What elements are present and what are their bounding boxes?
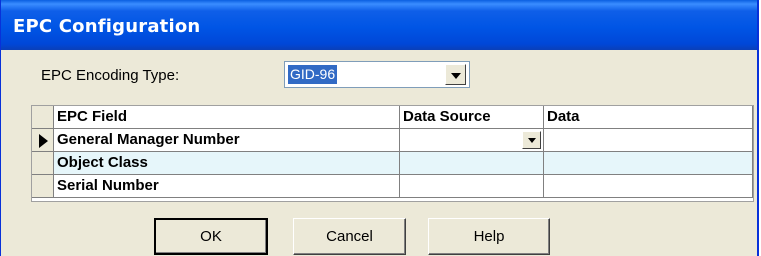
epc-field-grid: EPC Field Data Source Data General Manag… — [31, 105, 754, 202]
data-cell[interactable] — [544, 175, 753, 198]
data-source-dropdown-button[interactable] — [522, 131, 541, 149]
epc-field-cell[interactable]: Object Class — [54, 152, 400, 175]
column-header-data-source[interactable]: Data Source — [400, 106, 544, 129]
encoding-dropdown-button[interactable] — [445, 64, 466, 85]
row-selector[interactable] — [32, 175, 54, 198]
encoding-type-select[interactable]: GID-96 — [284, 61, 470, 88]
row-selector[interactable] — [32, 129, 54, 152]
chevron-down-icon — [527, 138, 536, 143]
header-corner — [32, 106, 54, 129]
chevron-down-icon — [450, 72, 461, 79]
cancel-button[interactable]: Cancel — [293, 218, 406, 255]
data-cell[interactable] — [544, 129, 753, 152]
epc-field-cell[interactable]: General Manager Number — [54, 129, 400, 152]
data-cell[interactable] — [544, 152, 753, 175]
epc-field-cell[interactable]: Serial Number — [54, 175, 400, 198]
current-row-arrow-icon — [39, 134, 48, 148]
data-source-cell[interactable] — [400, 175, 544, 198]
encoding-type-label: EPC Encoding Type: — [41, 67, 180, 84]
table-row[interactable]: General Manager Number — [32, 129, 753, 152]
column-header-epc-field[interactable]: EPC Field — [54, 106, 400, 129]
data-source-cell[interactable] — [400, 152, 544, 175]
encoding-type-value: GID-96 — [288, 65, 338, 84]
title-bar[interactable]: EPC Configuration — [1, 0, 757, 50]
column-header-data[interactable]: Data — [544, 106, 753, 129]
row-selector[interactable] — [32, 152, 54, 175]
table-row[interactable]: Object Class — [32, 152, 753, 175]
data-source-cell[interactable] — [400, 129, 544, 152]
dialog-title: EPC Configuration — [13, 16, 201, 37]
grid-header-row: EPC Field Data Source Data — [32, 106, 753, 129]
epc-configuration-dialog: EPC Configuration EPC Encoding Type: GID… — [0, 0, 759, 256]
ok-button[interactable]: OK — [154, 218, 268, 255]
help-button[interactable]: Help — [428, 218, 550, 255]
table-row[interactable]: Serial Number — [32, 175, 753, 198]
